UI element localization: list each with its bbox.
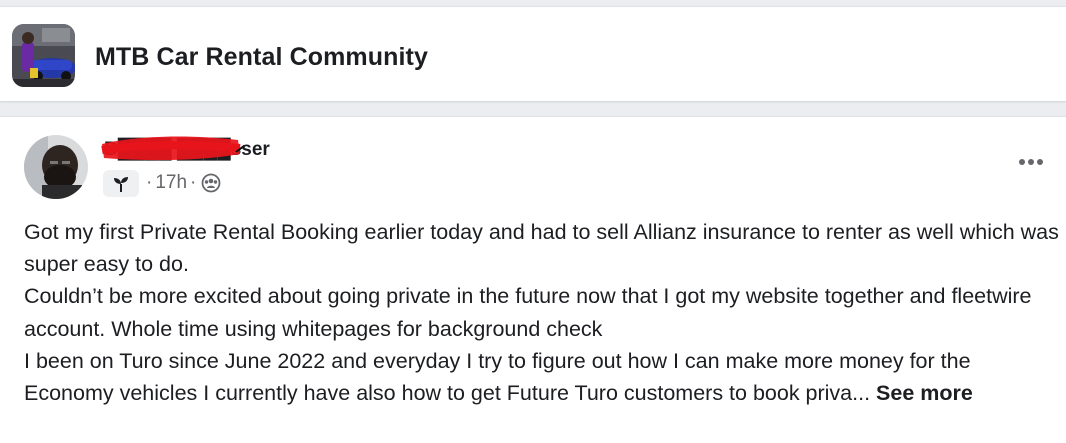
group-name[interactable]: MTB Car Rental Community <box>95 43 428 72</box>
group-avatar[interactable] <box>12 24 75 87</box>
more-options-button[interactable] <box>1013 150 1049 174</box>
meta-separator: · <box>146 172 153 193</box>
group-members-icon[interactable] <box>201 173 221 193</box>
post-card: B████ ████sser · 17h · Got my f <box>0 116 1066 443</box>
post-meta: · 17h · <box>143 172 221 194</box>
meta-separator: · <box>190 172 197 193</box>
post-paragraph: I been on Turo since June 2022 and every… <box>24 348 971 406</box>
post-paragraph: Got my first Private Rental Booking earl… <box>24 220 1059 277</box>
see-more-link[interactable]: See more <box>876 381 973 405</box>
redaction-scribble <box>101 136 244 161</box>
post-body: Got my first Private Rental Booking earl… <box>24 216 1060 409</box>
more-options-icon <box>1019 159 1043 165</box>
new-member-badge[interactable] <box>103 170 139 197</box>
group-header: MTB Car Rental Community <box>0 6 1066 101</box>
post-paragraph: Couldn’t be more excited about going pri… <box>24 284 1032 341</box>
post-timestamp[interactable]: 17h <box>155 172 187 194</box>
author-avatar[interactable] <box>24 135 88 199</box>
sprout-icon <box>114 176 128 192</box>
